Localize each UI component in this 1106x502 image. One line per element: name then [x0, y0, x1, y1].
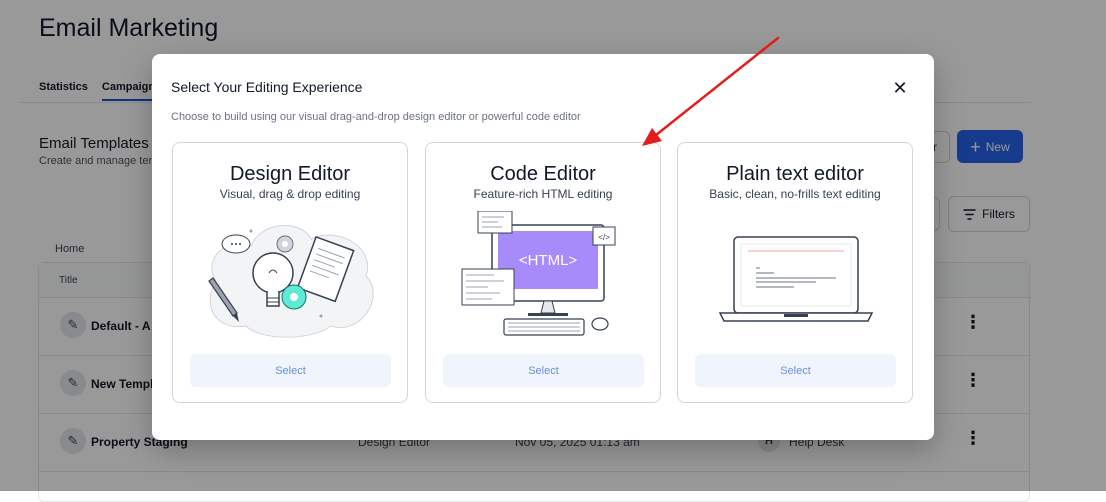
card-description: Feature-rich HTML editing	[473, 187, 613, 201]
editor-select-modal: Select Your Editing Experience ✕ Choose …	[152, 54, 934, 440]
code-illustration-icon: <HTML> </>	[461, 211, 616, 336]
card-description: Basic, clean, no-frills text editing	[709, 187, 881, 201]
select-design-editor-button[interactable]: Select	[190, 354, 391, 387]
code-editor-card[interactable]: Code Editor Feature-rich HTML editing <H…	[425, 142, 661, 403]
laptop-illustration-icon	[718, 236, 874, 322]
select-code-editor-button[interactable]: Select	[443, 354, 644, 387]
modal-subtitle: Choose to build using our visual drag-an…	[171, 111, 581, 123]
design-illustration-icon	[208, 225, 374, 338]
code-tag-text: </>	[598, 233, 610, 242]
card-title: Code Editor	[490, 163, 596, 185]
modal-title: Select Your Editing Experience	[171, 79, 363, 95]
plain-text-editor-card[interactable]: Plain text editor Basic, clean, no-frill…	[677, 142, 913, 403]
close-icon[interactable]: ✕	[890, 78, 910, 98]
select-plain-text-editor-button[interactable]: Select	[695, 354, 896, 387]
card-title: Design Editor	[229, 163, 351, 185]
design-editor-card[interactable]: Design Editor Visual, drag & drop editin…	[172, 142, 408, 403]
html-tag-text: <HTML>	[519, 252, 578, 269]
card-title: Plain text editor	[726, 163, 864, 185]
card-description: Visual, drag & drop editing	[219, 187, 361, 201]
